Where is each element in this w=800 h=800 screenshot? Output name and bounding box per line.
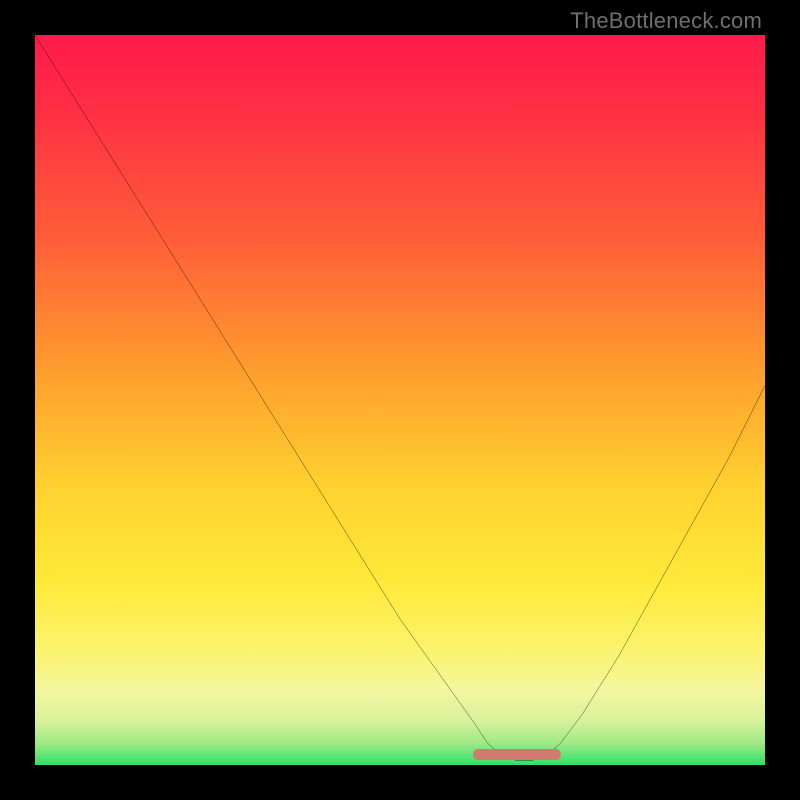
minimum-marker: [473, 749, 561, 760]
watermark-text: TheBottleneck.com: [570, 8, 762, 34]
chart-frame: TheBottleneck.com: [0, 0, 800, 800]
plot-area: [35, 35, 765, 765]
bottleneck-curve: [35, 35, 765, 765]
